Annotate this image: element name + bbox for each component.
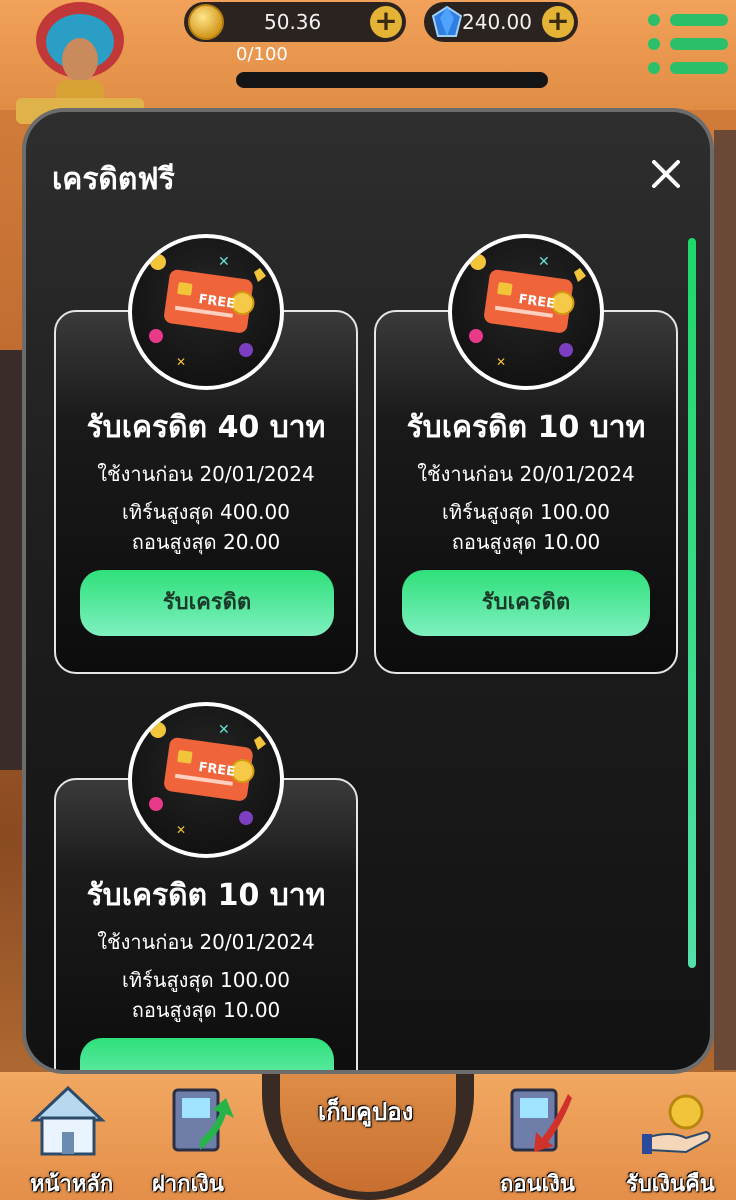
free-card-badge: FREE ✕ ✕ [448, 234, 604, 390]
nav-label-deposit: ฝากเงิน [152, 1172, 224, 1197]
claim-credit-button[interactable]: รับเครดิต [402, 570, 650, 636]
close-icon[interactable] [646, 154, 686, 194]
top-bar: 50.36 + 240.00 + 0/100 [0, 0, 736, 124]
free-credit-modal: เครดิตฟรี รับเครดิต 40 บาท ใช้งานก่อน 20… [22, 108, 714, 1074]
card-max-turnover: เทิร์นสูงสุด 100.00 [122, 968, 290, 992]
nav-label-coupon: เก็บคูปอง [318, 1098, 414, 1126]
svg-text:✕: ✕ [496, 355, 506, 369]
modal-scrollbar[interactable] [688, 238, 696, 968]
card-max-turnover: เทิร์นสูงสุด 400.00 [122, 500, 290, 524]
card-title: รับเครดิต 40 บาท [86, 410, 326, 445]
gem-balance-pill: 240.00 + [424, 2, 578, 42]
svg-text:✕: ✕ [218, 254, 230, 270]
gem-icon [432, 6, 462, 37]
card-max-turnover: เทิร์นสูงสุด 100.00 [442, 500, 610, 524]
left-side-decoration [0, 350, 22, 770]
progress-text: 0/100 [236, 44, 288, 65]
card-use-before: ใช้งานก่อน 20/01/2024 [97, 462, 315, 486]
free-card-badge: FREE ✕ ✕ [128, 234, 284, 390]
card-title: รับเครดิต 10 บาท [86, 878, 326, 913]
game-logo[interactable] [10, 0, 150, 125]
house-icon [30, 1085, 106, 1156]
nav-label-home: หน้าหลัก [30, 1172, 114, 1197]
nav-label-cashback: รับเงินคืน [626, 1172, 715, 1197]
claim-credit-button[interactable]: รับเครดิต [80, 570, 334, 636]
card-title: รับเครดิต 10 บาท [406, 410, 646, 445]
card-max-withdraw: ถอนสูงสุด 10.00 [451, 530, 601, 554]
svg-text:✕: ✕ [176, 355, 186, 369]
svg-text:✕: ✕ [176, 823, 186, 837]
modal-title: เครดิตฟรี [52, 162, 175, 197]
gem-balance: 240.00 [462, 10, 532, 34]
card-max-withdraw: ถอนสูงสุด 20.00 [131, 530, 281, 554]
svg-text:✕: ✕ [538, 254, 550, 270]
coin-balance-pill: 50.36 + [184, 2, 406, 42]
menu-icon[interactable] [648, 12, 728, 76]
card-max-withdraw: ถอนสูงสุด 10.00 [131, 998, 281, 1022]
nav-label-withdraw: ถอนเงิน [500, 1172, 575, 1197]
progress-bar [236, 72, 548, 88]
atm-withdraw-icon [510, 1088, 572, 1152]
coin-icon [188, 4, 224, 40]
add-coin-button[interactable]: + [370, 6, 402, 38]
atm-deposit-icon [172, 1088, 234, 1152]
right-side-decoration [714, 130, 736, 1070]
cashback-icon [642, 1094, 711, 1154]
claim-credit-button[interactable] [80, 1038, 334, 1070]
free-card-badge: FREE ✕ ✕ [128, 702, 284, 858]
card-use-before: ใช้งานก่อน 20/01/2024 [97, 930, 315, 954]
card-use-before: ใช้งานก่อน 20/01/2024 [417, 462, 635, 486]
svg-text:✕: ✕ [218, 722, 230, 738]
add-gem-button[interactable]: + [542, 6, 574, 38]
coin-balance: 50.36 [264, 10, 322, 34]
